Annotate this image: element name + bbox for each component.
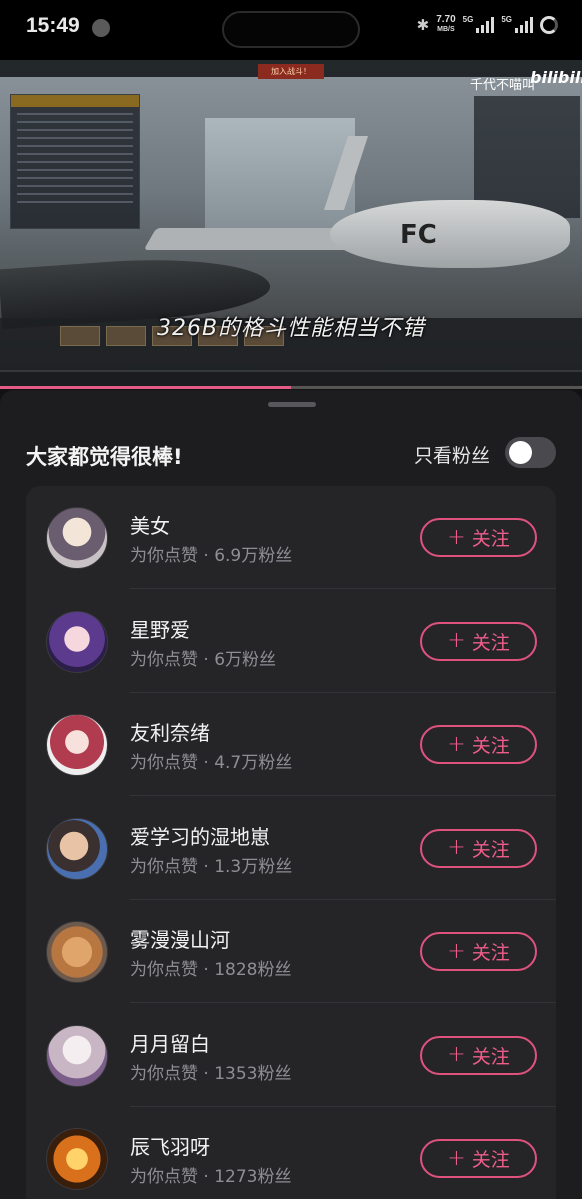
user-name[interactable]: 雾漫漫山河	[130, 924, 230, 953]
user-detail: 为你点赞 · 1353粉丝	[130, 1063, 292, 1084]
follow-label: 关注	[471, 1149, 510, 1171]
avatar[interactable]	[46, 817, 108, 880]
user-name[interactable]: 星野爱	[130, 614, 190, 643]
avatar[interactable]	[46, 610, 108, 673]
avatar[interactable]	[46, 507, 108, 569]
notification-dot-icon	[92, 19, 110, 37]
user-name[interactable]: 友利奈绪	[130, 717, 210, 746]
avatar[interactable]	[46, 1024, 108, 1087]
sheet-drag-handle[interactable]	[268, 402, 316, 407]
follow-label: 关注	[471, 942, 510, 964]
avatar[interactable]	[46, 921, 108, 983]
follow-button[interactable]: + 关注	[420, 1035, 537, 1075]
video-progress-bar[interactable]	[0, 386, 582, 389]
status-bar: 15:49 ✱ 7.70 MB/S 5G 5G	[0, 0, 582, 60]
list-item[interactable]: 月月留白为你点赞 · 1353粉丝 + 关注	[26, 1004, 556, 1107]
bilibili-logo-icon: bilibili	[530, 68, 582, 87]
plus-icon: +	[447, 835, 466, 860]
user-name[interactable]: 爱学习的湿地崽	[130, 821, 270, 850]
sim1-type: 5G	[462, 15, 474, 24]
toggle-knob	[509, 441, 532, 464]
status-indicators: ✱ 7.70 MB/S 5G 5G	[417, 15, 558, 35]
avatar[interactable]	[46, 714, 108, 776]
plus-icon: +	[447, 1042, 466, 1067]
avatar[interactable]	[46, 1128, 108, 1190]
follow-label: 关注	[471, 838, 510, 861]
list-item[interactable]: 美女为你点赞 · 6.9万粉丝 + 关注	[26, 486, 556, 589]
user-name[interactable]: 美女	[130, 510, 170, 539]
follow-button[interactable]: + 关注	[420, 932, 537, 971]
battery-icon	[540, 16, 558, 34]
follow-button[interactable]: + 关注	[420, 621, 537, 661]
user-name[interactable]: 辰飞羽呀	[130, 1131, 210, 1160]
bluetooth-icon: ✱	[416, 17, 430, 34]
user-detail: 为你点赞 · 6万粉丝	[130, 649, 277, 670]
sheet-title: 大家都觉得很棒!	[26, 445, 183, 469]
plus-icon: +	[447, 628, 466, 653]
video-subtitle: 326B的格斗性能相当不错	[156, 316, 426, 341]
dynamic-island	[222, 11, 360, 48]
user-detail: 为你点赞 · 6.9万粉丝	[130, 546, 293, 566]
fans-only-toggle[interactable]	[505, 437, 556, 468]
signal-2-icon	[515, 17, 533, 33]
list-item[interactable]: 辰飞羽呀为你点赞 · 1273粉丝 + 关注	[26, 1107, 556, 1199]
follow-label: 关注	[471, 1045, 510, 1068]
follow-button[interactable]: + 关注	[420, 725, 537, 764]
follow-label: 关注	[471, 631, 510, 654]
plus-icon: +	[447, 731, 466, 757]
game-vehicle-panel	[10, 94, 140, 229]
list-item[interactable]: 雾漫漫山河为你点赞 · 1828粉丝 + 关注	[26, 900, 556, 1003]
user-detail: 为你点赞 · 1273粉丝	[130, 1167, 292, 1187]
status-time: 15:49	[26, 14, 80, 37]
user-detail: 为你点赞 · 4.7万粉丝	[130, 753, 293, 773]
plus-icon: +	[447, 524, 466, 550]
aircraft-body-shape	[330, 200, 570, 268]
likes-sheet: 大家都觉得很棒! 只看粉丝 美女 为你点赞 · 6.9万粉丝 + 关注 星野爱 为你点赞 …	[0, 390, 582, 1199]
channel-watermark: 千代不喵叫	[470, 78, 536, 93]
video-progress-fill	[0, 386, 291, 389]
aircraft-marking: FC	[400, 220, 437, 250]
follow-button[interactable]: + 关注	[420, 518, 537, 557]
signal-1-icon	[476, 17, 495, 33]
follow-label: 关注	[471, 528, 510, 550]
list-item[interactable]: 爱学习的湿地崽为你点赞 · 1.3万粉丝 + 关注	[26, 797, 556, 900]
follow-button[interactable]: + 关注	[420, 1139, 537, 1178]
list-item[interactable]: 友利奈绪为你点赞 · 4.7万粉丝 + 关注	[26, 693, 556, 796]
list-item[interactable]: 星野爱为你点赞 · 6万粉丝 + 关注	[26, 590, 556, 693]
sim2-type: 5G	[501, 15, 512, 24]
follow-label: 关注	[471, 735, 510, 757]
game-join-battle-label: 加入战斗！	[258, 64, 324, 79]
fans-only-label: 只看粉丝	[414, 445, 491, 467]
video-hangar-window	[205, 118, 355, 228]
network-speed: 7.70 MB/S	[436, 14, 456, 34]
plus-icon: +	[447, 1145, 466, 1171]
plus-icon: +	[447, 938, 466, 964]
user-list: 美女 为你点赞 · 6.9万粉丝 + 关注 星野爱 为你点赞 · 6万粉丝 + 关注 友利奈绪为…	[26, 486, 556, 1199]
user-name[interactable]: 月月留白	[130, 1028, 210, 1057]
user-detail: 为你点赞 · 1.3万粉丝	[130, 856, 293, 877]
follow-button[interactable]: + 关注	[420, 828, 537, 868]
user-detail: 为你点赞 · 1828粉丝	[130, 960, 292, 980]
video-player[interactable]: 加入战斗！ 千代不喵叫 bilibili FC 326B的格斗性能相当不错	[0, 60, 582, 388]
